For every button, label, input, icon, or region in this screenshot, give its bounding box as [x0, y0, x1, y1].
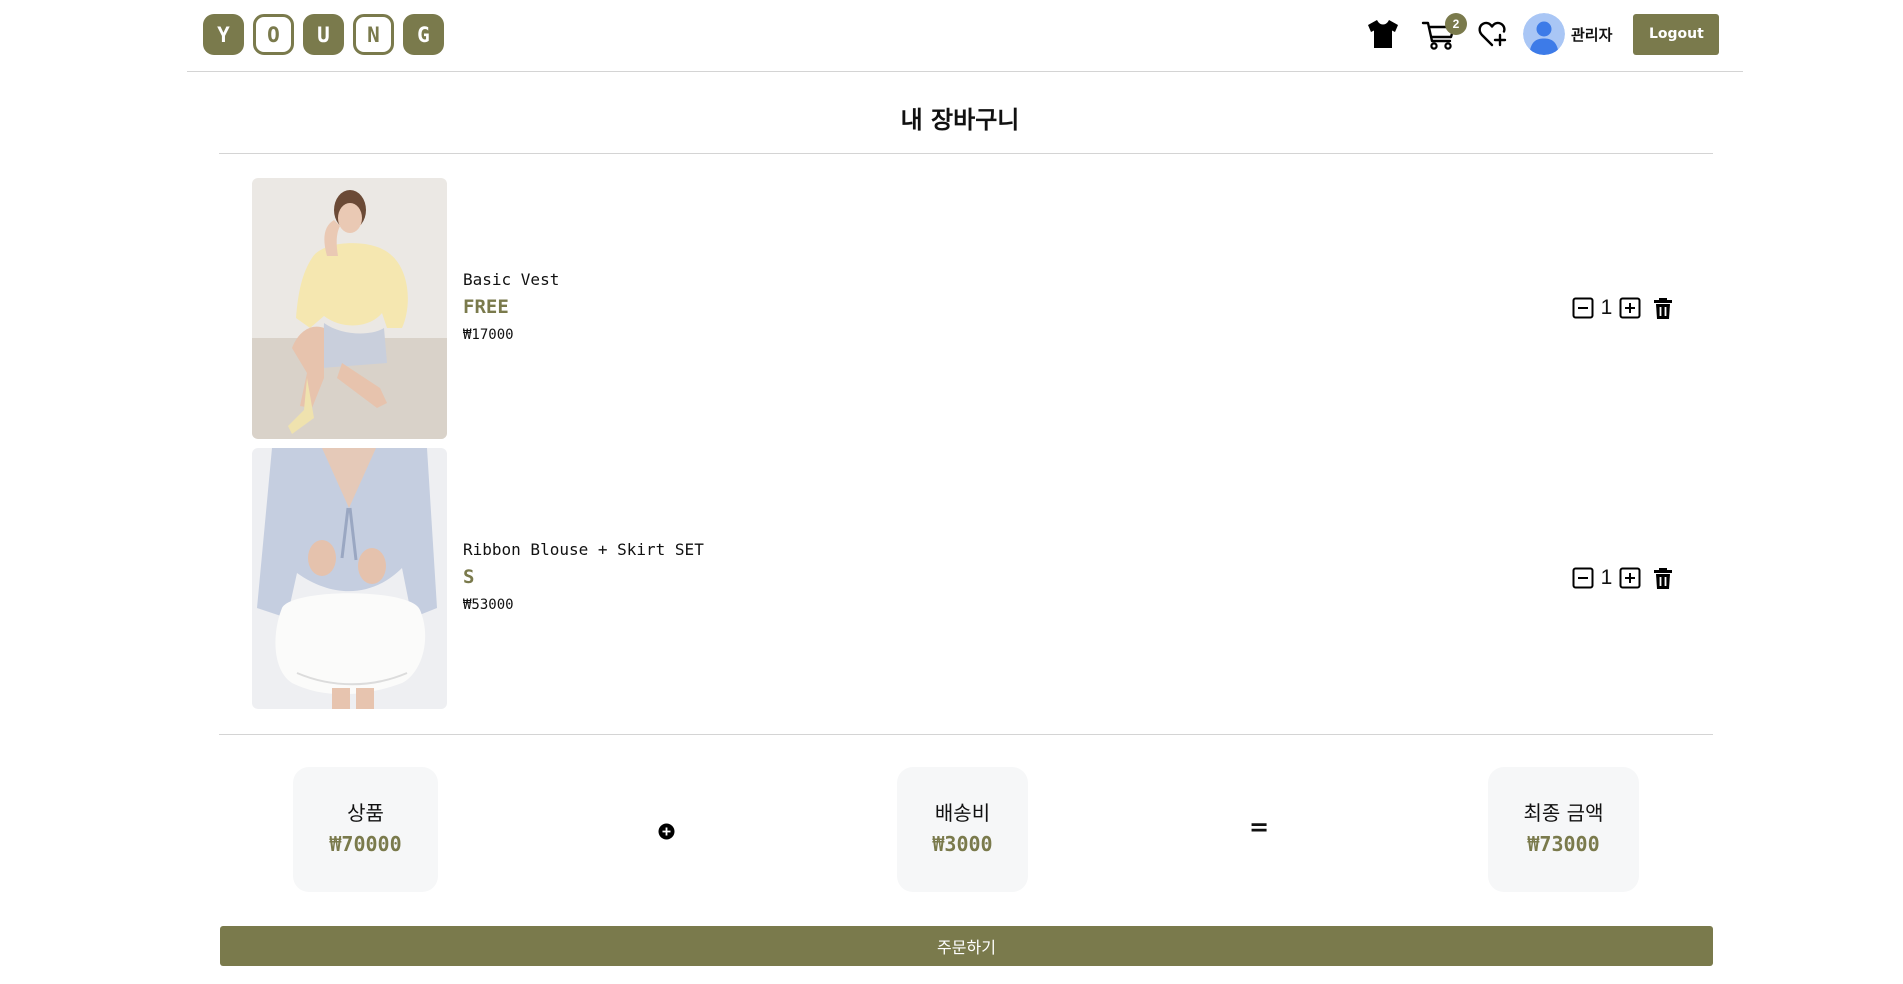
cart-item: Basic Vest FREE ₩17000 1	[252, 178, 1682, 439]
item-name: Basic Vest	[463, 270, 560, 289]
products-label: 상품	[347, 801, 384, 825]
product-image-ribbon-blouse-skirt[interactable]	[252, 448, 447, 709]
item-size: S	[463, 566, 475, 588]
header-nav: 2 관리자 Logout	[1363, 13, 1720, 55]
equals-symbol: =	[1249, 813, 1270, 841]
quantity-stepper: 1	[1572, 296, 1675, 320]
trash-icon[interactable]	[1651, 566, 1675, 590]
summary-divider	[219, 734, 1713, 735]
user-name: 관리자	[1571, 25, 1613, 44]
quantity-value: 1	[1600, 566, 1613, 589]
item-price: ₩17000	[463, 327, 514, 343]
final-total-value: ₩73000	[1527, 832, 1600, 856]
cart-icon[interactable]: 2	[1419, 13, 1467, 54]
logo-letter: G	[403, 14, 444, 55]
quantity-stepper: 1	[1572, 566, 1675, 590]
logout-button[interactable]: Logout	[1633, 13, 1720, 55]
shipping-fee-box: 배송비 ₩3000	[897, 767, 1028, 892]
order-button[interactable]: 주문하기	[220, 926, 1713, 966]
product-image-basic-vest[interactable]	[252, 178, 447, 439]
user-avatar[interactable]	[1523, 13, 1565, 55]
shipping-label: 배송비	[934, 801, 991, 825]
logo-letter: U	[303, 14, 344, 55]
final-total-label: 최종 금액	[1523, 801, 1604, 825]
logo-letter: Y	[203, 14, 244, 55]
title-divider	[219, 153, 1713, 154]
quantity-value: 1	[1600, 296, 1613, 319]
products-value: ₩70000	[329, 832, 402, 856]
products-total-box: 상품 ₩70000	[293, 767, 438, 892]
cart-count-badge: 2	[1445, 13, 1467, 35]
decrease-quantity-icon[interactable]	[1572, 297, 1594, 319]
plus-circle-icon	[658, 818, 675, 846]
decrease-quantity-icon[interactable]	[1572, 567, 1594, 589]
page-title: 내 장바구니	[900, 106, 1020, 134]
header: Y O U N G 2 관리자 Logout	[187, 0, 1743, 72]
wishlist-heart-plus-icon[interactable]	[1473, 14, 1513, 54]
shipping-value: ₩3000	[932, 832, 993, 856]
cart-item: Ribbon Blouse + Skirt SET S ₩53000 1	[252, 448, 1682, 709]
logo-letter: N	[353, 14, 394, 55]
item-size: FREE	[463, 296, 509, 318]
shop-shirt-icon[interactable]	[1363, 14, 1403, 54]
item-name: Ribbon Blouse + Skirt SET	[463, 540, 704, 559]
increase-quantity-icon[interactable]	[1619, 567, 1641, 589]
final-total-box: 최종 금액 ₩73000	[1488, 767, 1639, 892]
item-price: ₩53000	[463, 597, 514, 613]
logo-letter: O	[253, 14, 294, 55]
trash-icon[interactable]	[1651, 296, 1675, 320]
increase-quantity-icon[interactable]	[1619, 297, 1641, 319]
young-logo[interactable]: Y O U N G	[203, 14, 444, 55]
